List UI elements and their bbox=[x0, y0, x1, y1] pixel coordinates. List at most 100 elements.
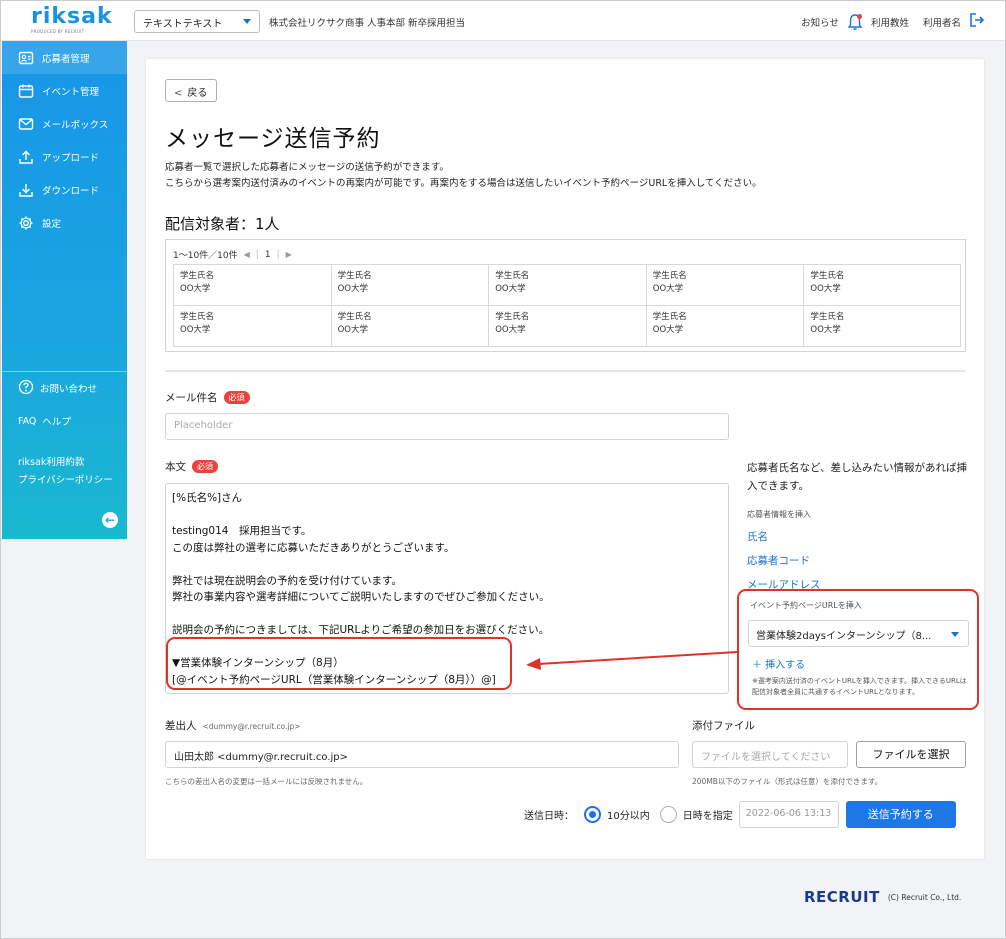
sidebar-item-label: イベント管理 bbox=[42, 86, 100, 98]
recipient-cell: 学生氏名 OO大学 bbox=[803, 306, 961, 347]
riksak-logo[interactable]: riksak PRODUCED BY RECRUIT bbox=[31, 4, 113, 36]
company-select-value: テキストテキスト bbox=[143, 19, 223, 30]
radio-within-label: 10分以内 bbox=[607, 811, 650, 822]
recipient-cell: 学生氏名 OO大学 bbox=[330, 306, 489, 347]
chevron-left-icon: < bbox=[174, 88, 183, 99]
recipient-school: OO大学 bbox=[652, 325, 684, 335]
recipient-school: OO大学 bbox=[495, 284, 526, 294]
recipient-cell: 学生氏名 OO大学 bbox=[645, 306, 804, 347]
faq-label: FAQ bbox=[18, 415, 37, 427]
help-label: ヘルプ bbox=[42, 417, 71, 428]
gear-icon bbox=[18, 215, 34, 231]
top-header: riksak PRODUCED BY RECRUIT テキストテキスト 株式会社… bbox=[1, 1, 1005, 41]
sidebar-item-label: 設定 bbox=[42, 218, 62, 230]
pager-current-page[interactable]: 1 bbox=[265, 250, 271, 260]
recipients-title: 配信対象者：1人 bbox=[165, 215, 280, 233]
sidebar-item-download[interactable]: ダウンロード bbox=[2, 173, 127, 206]
sidebar-item-applicants[interactable]: 応募者管理 bbox=[2, 41, 127, 74]
required-badge: 必須 bbox=[192, 460, 218, 473]
sender-label-text: 差出人 bbox=[165, 720, 197, 732]
pager-divider: | bbox=[255, 249, 259, 260]
subject-label: メール件名 必須 bbox=[165, 390, 250, 405]
question-icon bbox=[18, 379, 34, 398]
sidebar-terms[interactable]: riksak利用約款 bbox=[2, 453, 127, 469]
insert-name-link[interactable]: 氏名 bbox=[747, 529, 977, 544]
event-url-panel: イベント予約ページURLを挿入 営業体験2daysインターンシップ（8... ＋… bbox=[737, 589, 979, 710]
sidebar-item-upload[interactable]: アップロード bbox=[2, 140, 127, 173]
recipient-cell: 学生氏名 OO大学 bbox=[488, 265, 646, 306]
recipients-box: 1〜10件／10件 ◀ | 1 | ▶ 学生氏名 OO大学 学生氏名 OO大学 学生… bbox=[165, 239, 966, 352]
recipient-name: 学生氏名 bbox=[180, 312, 215, 322]
recipient-cell: 学生氏名 OO大学 bbox=[803, 265, 961, 306]
sidebar: 応募者管理 イベント管理 メールボックス アップロード ダウンロード 設定 お問… bbox=[2, 41, 127, 539]
next-page-icon[interactable]: ▶ bbox=[286, 250, 292, 259]
schedule-send-button[interactable]: 送信予約する bbox=[845, 801, 956, 828]
required-badge: 必須 bbox=[223, 391, 250, 404]
recipient-school: OO大学 bbox=[495, 325, 526, 335]
insert-caption: 応募者情報を挿入 bbox=[747, 510, 811, 519]
attachment-input[interactable]: ファイルを選択してください bbox=[692, 741, 848, 768]
logo-wordmark: riksak bbox=[31, 4, 113, 29]
attachment-label: 添付ファイル bbox=[692, 720, 755, 732]
sidebar-item-label: アップロード bbox=[42, 152, 100, 164]
recipient-name: 学生氏名 bbox=[337, 312, 372, 322]
recipient-school: OO大学 bbox=[652, 284, 684, 294]
terms-label: riksak利用約款 bbox=[18, 457, 85, 468]
sidebar-privacy[interactable]: プライバシーポリシー bbox=[2, 471, 127, 487]
copyright: (C) Recruit Co., Ltd. bbox=[887, 892, 962, 902]
back-button[interactable]: < 戻る bbox=[165, 79, 217, 102]
attachment-note: 200MB以下のファイル（形式は任意）を添付できます。 bbox=[692, 777, 883, 786]
footer-brand: RECRUIT (C) Recruit Co., Ltd. bbox=[804, 888, 961, 906]
recipient-school: OO大学 bbox=[810, 325, 841, 335]
section-divider bbox=[165, 370, 965, 372]
logout-icon[interactable] bbox=[969, 12, 985, 31]
recipient-school: OO大学 bbox=[180, 284, 211, 294]
chevron-down-icon bbox=[243, 19, 251, 24]
calendar-icon bbox=[18, 83, 34, 99]
sidebar-contact[interactable]: お問い合わせ bbox=[2, 379, 127, 398]
sidebar-item-mailbox[interactable]: メールボックス bbox=[2, 107, 127, 140]
contact-label: お問い合わせ bbox=[40, 384, 98, 395]
body-label-text: 本文 bbox=[165, 461, 186, 473]
prev-page-icon[interactable]: ◀ bbox=[244, 250, 250, 259]
sender-input[interactable]: 山田太郎 <dummy@r.recruit.co.jp> bbox=[165, 741, 679, 768]
page-description: 応募者一覧で選択した応募者にメッセージの送信予約ができます。 こちらから選考案内… bbox=[165, 160, 762, 192]
datetime-input[interactable]: 2022-06-06 13:13 bbox=[738, 801, 839, 828]
sidebar-faq-help[interactable]: FAQ ヘルプ bbox=[2, 413, 127, 429]
sidebar-item-label: ダウンロード bbox=[42, 185, 100, 197]
send-schedule-row: 送信日時： 10分以内 日時を指定 2022-06-06 13:13 送信予約す… bbox=[524, 801, 956, 828]
radio-specify-time[interactable] bbox=[659, 806, 677, 823]
event-select[interactable]: 営業体験2daysインターンシップ（8... bbox=[748, 620, 969, 647]
recipient-cell: 学生氏名 OO大学 bbox=[173, 306, 331, 347]
choose-file-button[interactable]: ファイルを選択 bbox=[856, 741, 966, 768]
event-caption: イベント予約ページURLを挿入 bbox=[750, 601, 862, 610]
recipient-name: 学生氏名 bbox=[652, 312, 687, 322]
chevron-down-icon bbox=[951, 632, 959, 637]
recipient-name: 学生氏名 bbox=[180, 271, 215, 281]
sidebar-item-settings[interactable]: 設定 bbox=[2, 206, 127, 239]
recipients-grid: 学生氏名 OO大学 学生氏名 OO大学 学生氏名 OO大学 学生氏名 OO大学 学生氏名… bbox=[173, 264, 961, 347]
pager-range: 1〜10件／10件 bbox=[173, 251, 238, 261]
sender-note: こちらの差出人名の変更は一括メールには反映されません。 bbox=[165, 777, 368, 786]
pager-divider: | bbox=[276, 249, 280, 260]
notice-link[interactable]: お知らせ bbox=[801, 15, 839, 29]
sidebar-item-label: 応募者管理 bbox=[42, 53, 90, 65]
collapse-sidebar-icon[interactable]: ← bbox=[102, 512, 118, 528]
privacy-label: プライバシーポリシー bbox=[18, 475, 113, 486]
recipient-cell: 学生氏名 OO大学 bbox=[645, 265, 804, 306]
pager: 1〜10件／10件 ◀ | 1 | ▶ bbox=[173, 248, 292, 262]
user-name[interactable]: 利用者名 bbox=[923, 15, 961, 29]
back-label: 戻る bbox=[187, 88, 208, 99]
recipient-school: OO大学 bbox=[337, 325, 368, 335]
radio-specify-label: 日時を指定 bbox=[682, 811, 733, 822]
subject-label-text: メール件名 bbox=[165, 392, 218, 404]
insert-help-text: 応募者氏名など、差し込みたい情報があれば挿入できます。 bbox=[747, 462, 967, 492]
insert-code-link[interactable]: 応募者コード bbox=[747, 553, 977, 568]
bell-icon[interactable] bbox=[847, 13, 863, 31]
event-insert-button[interactable]: ＋ 挿入する bbox=[752, 656, 805, 671]
company-select[interactable]: テキストテキスト bbox=[134, 10, 260, 33]
sidebar-item-events[interactable]: イベント管理 bbox=[2, 74, 127, 107]
recipient-name: 学生氏名 bbox=[810, 312, 845, 322]
radio-within-10min[interactable] bbox=[584, 806, 601, 823]
subject-input[interactable]: Placeholder bbox=[165, 413, 729, 440]
